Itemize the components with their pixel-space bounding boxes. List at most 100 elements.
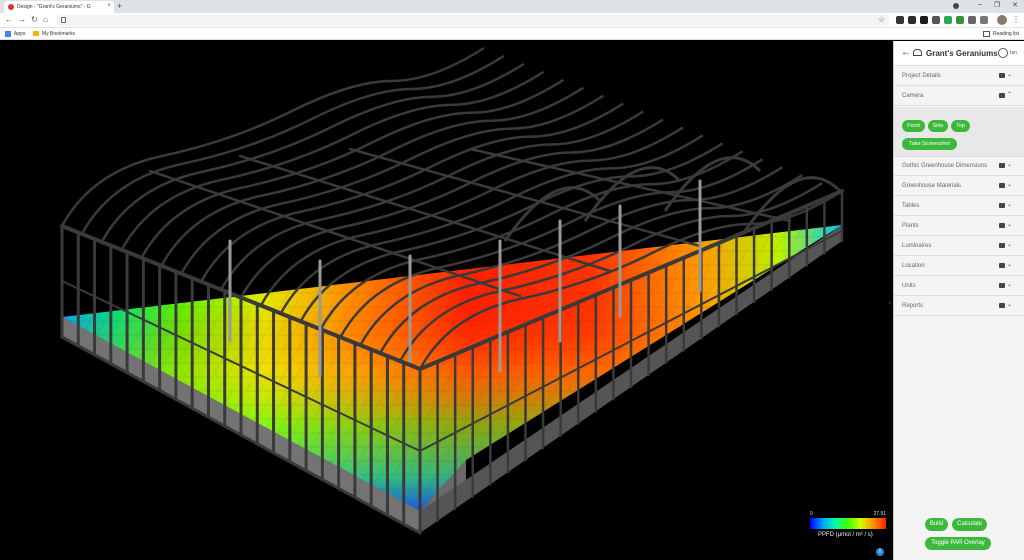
section-gothic-greenhouse-dimensions[interactable]: Gothic Greenhouse Dimensions ⌄ (894, 157, 1024, 176)
section-label: Plants (902, 223, 919, 229)
chevron-up-icon[interactable]: ⌃ (1007, 91, 1012, 99)
extension-icon[interactable] (980, 16, 988, 24)
panel-actions: Build Calculate Toggle PAR Overlay (894, 511, 1024, 560)
section-label: Reports (902, 303, 924, 309)
folder-icon (33, 31, 39, 36)
chevron-down-icon[interactable]: ⌄ (1007, 281, 1012, 289)
section-plants[interactable]: Plants ⌄ (894, 217, 1024, 236)
section-camera[interactable]: Camera ⌃ (894, 87, 1024, 106)
chevron-down-icon[interactable]: ⌄ (1007, 241, 1012, 249)
chevron-down-icon[interactable]: ⌄ (1007, 161, 1012, 169)
browser-menu-icon[interactable]: ⋮ (1012, 15, 1020, 25)
user-icon[interactable] (998, 48, 1008, 58)
address-bar[interactable] (56, 15, 890, 26)
browser-tab-bar: Design - "Grant's Geraniums" - G × + – ❐… (0, 0, 1024, 13)
profile-indicator-icon[interactable] (953, 3, 959, 9)
minimize-button[interactable]: – (978, 1, 982, 9)
extension-icon[interactable] (920, 16, 928, 24)
section-luminaires[interactable]: Luminaires ⌄ (894, 237, 1024, 256)
user-name[interactable]: Ian (1010, 50, 1017, 56)
browser-tab[interactable]: Design - "Grant's Geraniums" - G × (4, 1, 114, 13)
legend-min-value: 0 (810, 511, 813, 517)
tab-title: Design - "Grant's Geraniums" - G (17, 4, 91, 10)
heatmap-cell-grid (62, 225, 842, 511)
panel-header: ← Grant's Geraniums Ian (894, 41, 1024, 66)
chevron-down-icon[interactable]: ⌄ (1007, 71, 1012, 79)
close-window-button[interactable]: ✕ (1012, 1, 1018, 9)
info-icon[interactable]: i (876, 548, 884, 556)
extension-icon[interactable] (932, 16, 940, 24)
arrow-left-icon[interactable]: ← (901, 47, 911, 59)
camera-front-button[interactable]: Front (902, 120, 925, 132)
section-label: Gothic Greenhouse Dimensions (902, 163, 988, 169)
section-tables[interactable]: Tables ⌄ (894, 197, 1024, 216)
maximize-button[interactable]: ❐ (994, 1, 1000, 9)
panel-collapse-toggle-icon[interactable]: ▸ (889, 300, 892, 306)
home-button[interactable]: ⌂ (43, 15, 48, 25)
camera-side-button[interactable]: Side (928, 120, 948, 132)
extension-icon[interactable] (896, 16, 904, 24)
section-units[interactable]: Units ⌄ (894, 277, 1024, 296)
chevron-down-icon[interactable]: ⌄ (1007, 301, 1012, 309)
new-tab-button[interactable]: + (117, 1, 122, 11)
puzzle-icon[interactable] (968, 16, 976, 24)
camera-section-body: Front Side Top Take Screenshot (894, 107, 1024, 157)
bookmark-apps[interactable]: Apps (14, 31, 25, 37)
greenhouse-model (60, 46, 844, 535)
profile-avatar[interactable] (997, 15, 1007, 25)
greenhouse-icon (913, 49, 922, 56)
extension-icon[interactable] (944, 16, 952, 24)
unlock-icon[interactable] (999, 223, 1005, 228)
section-label: Luminaires (902, 243, 932, 249)
reload-button[interactable]: ↻ (31, 15, 38, 25)
back-button[interactable]: ← (5, 15, 13, 25)
unlock-icon[interactable] (999, 163, 1005, 168)
legend-color-scale (810, 518, 886, 529)
extension-icon[interactable] (956, 16, 964, 24)
extension-icon[interactable] (908, 16, 916, 24)
legend-max-value: 27.91 (873, 511, 886, 517)
unlock-icon[interactable] (999, 93, 1005, 98)
unlock-icon[interactable] (999, 243, 1005, 248)
apps-grid-icon[interactable] (5, 31, 11, 37)
unlock-icon[interactable] (999, 203, 1005, 208)
camera-top-button[interactable]: Top (951, 120, 970, 132)
section-label: Camera (902, 93, 924, 99)
calculate-button[interactable]: Calculate (952, 518, 987, 531)
close-tab-icon[interactable]: × (107, 3, 111, 9)
section-label: Greenhouse Materials (902, 183, 962, 189)
bookmarks-bar: Apps My Bookmarks Reading list (0, 28, 1024, 40)
section-project-details[interactable]: Project Details ⌄ (894, 67, 1024, 86)
chevron-down-icon[interactable]: ⌄ (1007, 261, 1012, 269)
take-screenshot-button[interactable]: Take Screenshot (902, 138, 957, 150)
bookmark-star-icon[interactable]: ☆ (878, 15, 885, 25)
section-label: Project Details (902, 73, 941, 79)
reading-list-button[interactable]: Reading list (993, 31, 1019, 37)
project-title: Grant's Geraniums (926, 49, 998, 58)
legend-unit-label: PPFD (μmol / m² / s) (818, 532, 873, 538)
unlock-icon[interactable] (999, 183, 1005, 188)
chevron-down-icon[interactable]: ⌄ (1007, 181, 1012, 189)
browser-toolbar: ← → ↻ ⌂ ☆ ⋮ (0, 13, 1024, 28)
chevron-down-icon[interactable]: ⌄ (1007, 221, 1012, 229)
unlock-icon[interactable] (999, 303, 1005, 308)
section-location[interactable]: Location ⌄ (894, 257, 1024, 276)
section-label: Tables (902, 203, 920, 209)
build-button[interactable]: Build (925, 518, 948, 531)
favicon-icon (8, 4, 14, 10)
section-greenhouse-materials[interactable]: Greenhouse Materials ⌄ (894, 177, 1024, 196)
unlock-icon[interactable] (999, 283, 1005, 288)
greenhouse-3d-viewport[interactable]: 0 27.91 PPFD (μmol / m² / s) i (0, 41, 887, 560)
bookmark-folder-my-bookmarks[interactable]: My Bookmarks (42, 31, 75, 37)
toggle-par-overlay-button[interactable]: Toggle PAR Overlay (925, 537, 991, 550)
unlock-icon[interactable] (999, 73, 1005, 78)
section-label: Location (902, 263, 925, 269)
section-label: Units (902, 283, 916, 289)
lock-icon[interactable] (61, 17, 66, 23)
chevron-down-icon[interactable]: ⌄ (1007, 201, 1012, 209)
forward-button[interactable]: → (18, 15, 26, 25)
window-controls: – ❐ ✕ (978, 1, 1018, 9)
design-side-panel: ← Grant's Geraniums Ian Project Details … (893, 41, 1024, 560)
unlock-icon[interactable] (999, 263, 1005, 268)
section-reports[interactable]: Reports ⌄ (894, 297, 1024, 316)
